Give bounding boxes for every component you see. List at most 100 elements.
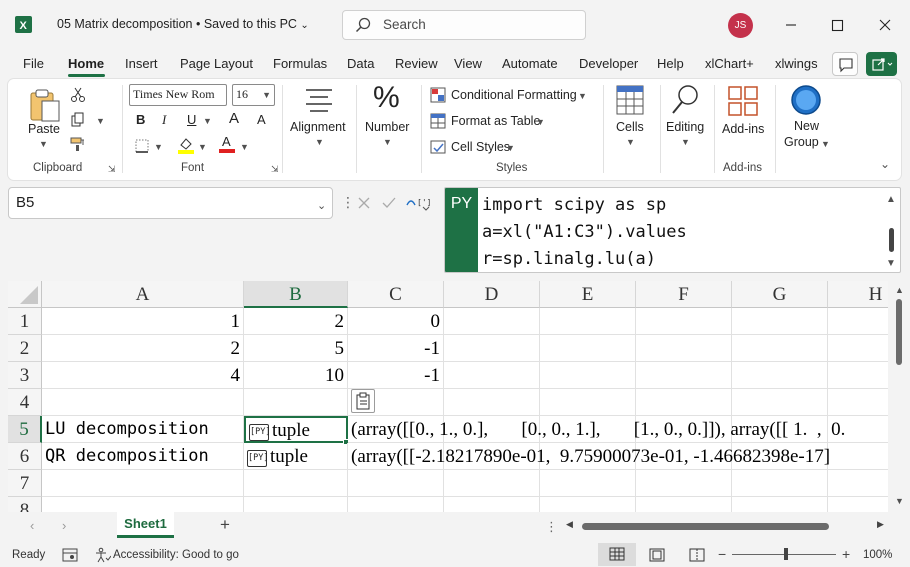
borders-icon[interactable] [134,138,150,154]
add-ins-button[interactable]: Add-ins [722,122,764,136]
close-icon[interactable] [870,10,900,40]
scroll-down-icon[interactable]: ▼ [895,496,904,506]
zoom-slider-thumb[interactable] [784,548,788,560]
copy-icon[interactable] [70,112,86,128]
italic-button[interactable]: I [162,112,166,128]
cell-b3[interactable]: 10 [244,362,348,389]
next-sheet-icon[interactable]: › [62,518,66,533]
chevron-down-icon[interactable]: ⌄ [317,199,326,212]
page-break-view-icon[interactable] [689,548,705,562]
vertical-scrollbar[interactable]: ▲ ▼ [889,281,910,512]
cell-c6[interactable]: (array([[-2.18217890e-01, 9.75900073e-01… [348,443,888,470]
name-box[interactable]: B5 ⌄ [8,187,333,219]
zoom-level[interactable]: 100% [863,549,892,561]
row-header-2[interactable]: 2 [8,335,42,362]
prev-sheet-icon[interactable]: ‹ [30,518,34,533]
share-button[interactable] [866,52,897,76]
accessibility-icon[interactable] [95,547,111,563]
tab-insert[interactable]: Insert [125,56,158,71]
alignment-button[interactable]: Alignment [290,120,346,134]
chevron-down-icon[interactable]: ▼ [383,137,392,147]
cell-c3[interactable]: -1 [348,362,444,389]
add-sheet-icon[interactable]: + [220,515,230,535]
tab-automate[interactable]: Automate [502,56,558,71]
chevron-down-icon[interactable]: ▼ [821,139,830,149]
number-button[interactable]: Number [365,120,409,134]
cut-icon[interactable] [70,87,86,103]
scroll-left-icon[interactable]: ◀ [566,519,573,530]
underline-button[interactable]: U [187,112,196,127]
cell-a1[interactable]: 1 [42,308,244,335]
row-header-3[interactable]: 3 [8,362,42,389]
cells-button[interactable]: Cells [616,120,644,134]
more-options-icon[interactable]: ⋮ [341,194,355,211]
maximize-icon[interactable] [822,10,852,40]
column-header-g[interactable]: G [732,281,828,308]
decrease-font-button[interactable]: A [257,112,266,127]
dialog-launcher-icon[interactable]: ⇲ [271,164,279,175]
tab-home[interactable]: Home [68,56,104,71]
increase-font-button[interactable]: A [229,110,239,127]
column-header-c[interactable]: C [348,281,444,308]
column-header-f[interactable]: F [636,281,732,308]
scroll-down-icon[interactable]: ▼ [886,258,896,269]
row-header-8[interactable]: 8 [8,497,42,512]
scroll-up-icon[interactable]: ▲ [895,285,904,295]
editing-button[interactable]: Editing [666,120,704,134]
conditional-formatting-button[interactable]: Conditional Formatting [451,88,577,102]
column-header-h[interactable]: H [828,281,888,308]
collapse-ribbon-icon[interactable]: ⌄ [880,157,890,171]
horizontal-scroll-thumb[interactable] [582,523,829,530]
chevron-down-icon[interactable]: ▼ [536,117,545,127]
tab-file[interactable]: File [23,56,44,71]
fill-color-icon[interactable] [177,136,195,154]
column-header-d[interactable]: D [444,281,540,308]
cell-a5[interactable]: LU decomposition [42,416,244,443]
chevron-down-icon[interactable]: ▼ [154,142,163,152]
row-header-1[interactable]: 1 [8,308,42,335]
cell-b5-selected[interactable]: [PY]tuple [244,416,348,443]
sheet-tab-sheet1[interactable]: Sheet1 [117,512,174,538]
chevron-down-icon[interactable]: ▼ [315,137,324,147]
tab-xlwings[interactable]: xlwings [775,56,818,71]
row-header-5[interactable]: 5 [8,416,42,443]
chevron-down-icon[interactable]: ▼ [626,137,635,147]
column-header-a[interactable]: A [42,281,244,308]
tab-page-layout[interactable]: Page Layout [180,56,253,71]
column-header-e[interactable]: E [540,281,636,308]
font-color-icon[interactable]: A [218,134,236,156]
tab-help[interactable]: Help [657,56,684,71]
paste-label[interactable]: Paste [28,122,60,136]
new-group-label-1[interactable]: New [794,119,819,133]
confirm-entry-icon[interactable] [381,195,397,211]
chevron-down-icon[interactable]: ▼ [203,116,212,126]
cell-b6[interactable]: [PY]tuple [244,443,348,470]
page-layout-view-icon[interactable] [649,548,665,562]
row-header-6[interactable]: 6 [8,443,42,470]
dialog-launcher-icon[interactable]: ⇲ [108,164,116,175]
chevron-down-icon[interactable]: ▼ [506,143,515,153]
normal-view-button[interactable] [598,543,636,566]
tab-xlchart[interactable]: xlChart+ [705,56,754,71]
chevron-down-icon[interactable]: ▼ [39,139,48,149]
cell-b1[interactable]: 2 [244,308,348,335]
tab-data[interactable]: Data [347,56,374,71]
formula-editor[interactable]: PY import scipy as sp a=xl("A1:C3").valu… [444,187,901,273]
cell-c5[interactable]: (array([[0., 1., 0.], [0., 0., 1.], [1.,… [348,416,888,443]
chevron-down-icon[interactable]: ▼ [96,116,105,126]
tab-view[interactable]: View [454,56,482,71]
tab-formulas[interactable]: Formulas [273,56,327,71]
scroll-up-icon[interactable]: ▲ [886,194,896,205]
font-name-select[interactable]: Times New Rom [129,84,227,106]
document-title[interactable]: 05 Matrix decomposition • Saved to this … [57,17,309,31]
python-formula-icon[interactable]: ['] [405,193,431,213]
worksheet-grid[interactable]: A B C D E F G H 1 2 3 4 5 6 7 8 1 2 0 2 … [8,281,888,512]
tab-developer[interactable]: Developer [579,56,638,71]
select-all-corner[interactable] [8,281,42,308]
formula-scrollbar-thumb[interactable] [889,228,894,252]
paste-options-button[interactable] [351,389,375,413]
cell-c1[interactable]: 0 [348,308,444,335]
user-avatar[interactable]: JS [728,13,753,38]
scroll-right-icon[interactable]: ▶ [877,519,884,530]
row-header-7[interactable]: 7 [8,470,42,497]
